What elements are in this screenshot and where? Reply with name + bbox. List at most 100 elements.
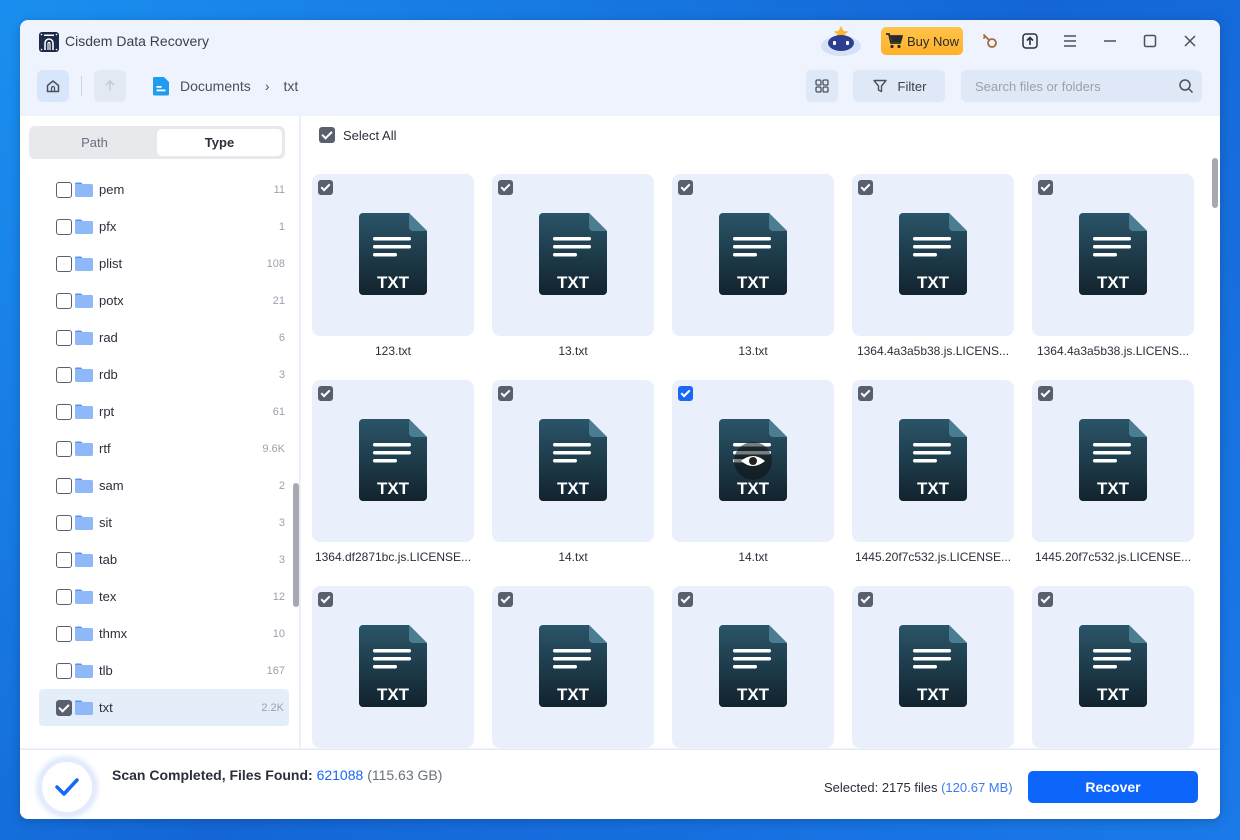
type-row-rtf[interactable]: rtf 9.6K: [20, 430, 295, 467]
file-checkbox[interactable]: [318, 180, 333, 195]
type-checkbox[interactable]: [56, 366, 72, 383]
file-tile[interactable]: TXT 13.txt: [492, 174, 654, 380]
file-thumbnail[interactable]: TXT: [672, 586, 834, 748]
recover-button[interactable]: Recover: [1028, 771, 1198, 803]
type-row-sam[interactable]: sam 2: [20, 467, 295, 504]
type-row-thmx[interactable]: thmx 10: [20, 615, 295, 652]
type-row-txt[interactable]: txt 2.2K: [39, 689, 289, 726]
file-checkbox[interactable]: [1038, 180, 1053, 195]
file-tile[interactable]: TXT 14.txt: [672, 380, 834, 586]
file-checkbox[interactable]: [498, 386, 513, 401]
type-checkbox[interactable]: [56, 699, 72, 716]
file-thumbnail[interactable]: TXT: [492, 380, 654, 542]
search-input[interactable]: [961, 78, 1161, 94]
file-thumbnail[interactable]: TXT: [1032, 586, 1194, 748]
type-list-scrollbar[interactable]: [293, 483, 299, 607]
maximize-icon[interactable]: [1140, 31, 1160, 51]
file-thumbnail[interactable]: TXT: [852, 174, 1014, 336]
key-icon[interactable]: [980, 31, 1000, 51]
type-checkbox[interactable]: [56, 292, 72, 309]
file-tile[interactable]: TXT: [492, 586, 654, 748]
file-checkbox[interactable]: [858, 386, 873, 401]
file-checkbox[interactable]: [1038, 592, 1053, 607]
file-tile[interactable]: TXT 1364.4a3a5b38.js.LICENS...: [1032, 174, 1194, 380]
file-thumbnail[interactable]: TXT: [1032, 380, 1194, 542]
type-checkbox[interactable]: [56, 403, 72, 420]
search-icon[interactable]: [1178, 78, 1194, 94]
tab-path[interactable]: Path: [32, 129, 157, 156]
file-tile[interactable]: TXT 14.txt: [492, 380, 654, 586]
type-checkbox[interactable]: [56, 181, 72, 198]
file-checkbox[interactable]: [498, 592, 513, 607]
minimize-icon[interactable]: [1100, 31, 1120, 51]
type-checkbox[interactable]: [56, 588, 72, 605]
type-row-pem[interactable]: pem 11: [20, 171, 295, 208]
file-thumbnail[interactable]: TXT: [312, 174, 474, 336]
file-checkbox[interactable]: [318, 592, 333, 607]
type-row-tab[interactable]: tab 3: [20, 541, 295, 578]
type-checkbox[interactable]: [56, 477, 72, 494]
file-tile[interactable]: TXT: [672, 586, 834, 748]
type-checkbox[interactable]: [56, 662, 72, 679]
file-thumbnail[interactable]: TXT: [492, 586, 654, 748]
type-count: 108: [266, 257, 285, 270]
type-checkbox[interactable]: [56, 551, 72, 568]
file-checkbox[interactable]: [858, 592, 873, 607]
file-checkbox[interactable]: [678, 592, 693, 607]
file-checkbox[interactable]: [678, 180, 693, 195]
file-thumbnail[interactable]: TXT: [672, 174, 834, 336]
type-checkbox[interactable]: [56, 329, 72, 346]
filter-button[interactable]: Filter: [853, 70, 945, 102]
upload-icon[interactable]: [1020, 31, 1040, 51]
file-checkbox[interactable]: [678, 386, 693, 401]
select-all-checkbox[interactable]: Select All: [319, 127, 396, 143]
file-thumbnail[interactable]: TXT: [492, 174, 654, 336]
type-row-plist[interactable]: plist 108: [20, 245, 295, 282]
file-thumbnail[interactable]: TXT: [852, 586, 1014, 748]
type-checkbox[interactable]: [56, 255, 72, 272]
file-checkbox[interactable]: [858, 180, 873, 195]
type-row-sit[interactable]: sit 3: [20, 504, 295, 541]
type-checkbox[interactable]: [56, 514, 72, 531]
file-grid-scrollbar[interactable]: [1212, 158, 1218, 208]
select-all-check[interactable]: [319, 127, 335, 143]
type-checkbox[interactable]: [56, 625, 72, 642]
type-count: 3: [278, 516, 285, 529]
file-tile[interactable]: TXT 1445.20f7c532.js.LICENSE...: [1032, 380, 1194, 586]
mascot-icon[interactable]: [818, 24, 864, 58]
type-row-pfx[interactable]: pfx 1: [20, 208, 295, 245]
file-thumbnail[interactable]: TXT: [672, 380, 834, 542]
close-icon[interactable]: [1180, 31, 1200, 51]
grid-view-button[interactable]: [806, 70, 838, 102]
file-thumbnail[interactable]: TXT: [312, 586, 474, 748]
tab-type[interactable]: Type: [157, 129, 282, 156]
type-row-tex[interactable]: tex 12: [20, 578, 295, 615]
buy-now-button[interactable]: Buy Now: [881, 27, 963, 55]
type-checkbox[interactable]: [56, 440, 72, 457]
type-row-rpt[interactable]: rpt 61: [20, 393, 295, 430]
file-tile[interactable]: TXT: [312, 586, 474, 748]
file-tile[interactable]: TXT 1364.4a3a5b38.js.LICENS...: [852, 174, 1014, 380]
type-row-rdb[interactable]: rdb 3: [20, 356, 295, 393]
up-button[interactable]: [94, 70, 126, 102]
file-tile[interactable]: TXT 1445.20f7c532.js.LICENSE...: [852, 380, 1014, 586]
breadcrumb-txt[interactable]: txt: [283, 78, 298, 94]
file-tile[interactable]: TXT 13.txt: [672, 174, 834, 380]
file-thumbnail[interactable]: TXT: [852, 380, 1014, 542]
breadcrumb-documents[interactable]: Documents: [180, 78, 251, 94]
type-checkbox[interactable]: [56, 218, 72, 235]
file-tile[interactable]: TXT: [852, 586, 1014, 748]
file-thumbnail[interactable]: TXT: [312, 380, 474, 542]
menu-icon[interactable]: [1060, 31, 1080, 51]
type-row-potx[interactable]: potx 21: [20, 282, 295, 319]
file-tile[interactable]: TXT 123.txt: [312, 174, 474, 380]
type-row-tlb[interactable]: tlb 167: [20, 652, 295, 689]
file-thumbnail[interactable]: TXT: [1032, 174, 1194, 336]
home-button[interactable]: [37, 70, 69, 102]
file-checkbox[interactable]: [498, 180, 513, 195]
file-tile[interactable]: TXT 1364.df2871bc.js.LICENSE...: [312, 380, 474, 586]
file-checkbox[interactable]: [318, 386, 333, 401]
file-checkbox[interactable]: [1038, 386, 1053, 401]
file-tile[interactable]: TXT: [1032, 586, 1194, 748]
type-row-rad[interactable]: rad 6: [20, 319, 295, 356]
